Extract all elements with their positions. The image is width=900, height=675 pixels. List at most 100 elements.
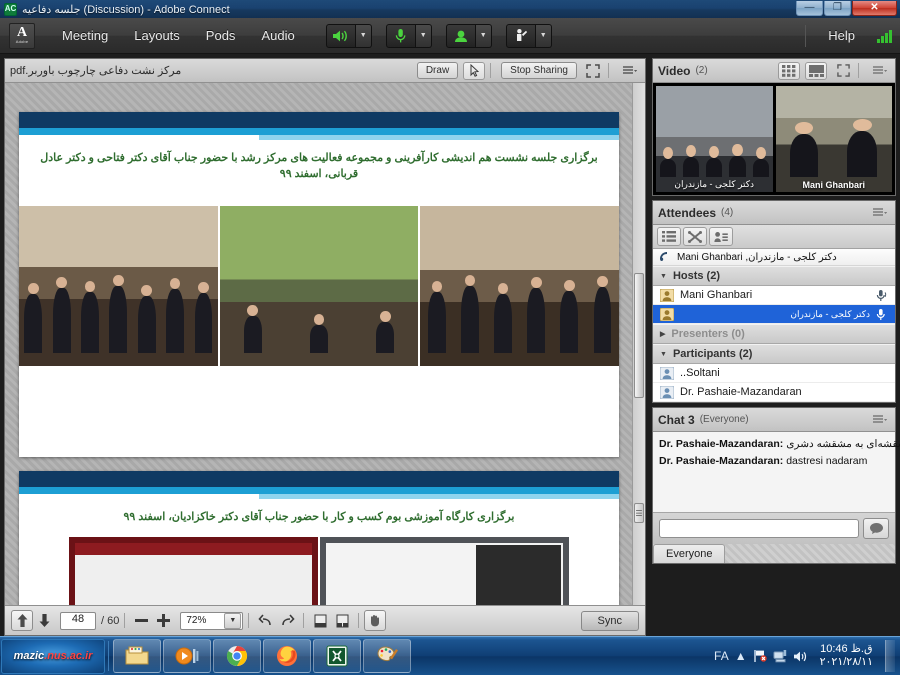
page-down-glyph [39, 614, 49, 627]
menu-pods[interactable]: Pods [193, 24, 249, 47]
zoom-level-select[interactable]: 72% ▼ [180, 611, 244, 630]
network-icon[interactable] [773, 649, 787, 663]
slide-2-photo-row [19, 537, 619, 605]
hand-pan-icon[interactable] [364, 610, 387, 631]
speaker-dropdown[interactable]: ▼ [355, 23, 372, 48]
video-fullscreen-icon[interactable] [833, 62, 853, 80]
taskbar-chrome[interactable] [213, 639, 261, 673]
menu-bar-right-group: Help [805, 24, 892, 47]
breakout-icon [688, 230, 702, 243]
draw-button[interactable]: Draw [416, 62, 459, 79]
menu-meeting[interactable]: Meeting [49, 24, 121, 47]
slide-1-band-blue [19, 128, 619, 135]
minimize-button[interactable]: — [796, 1, 823, 16]
window-title: جلسه دفاعیه (Discussion) - Adobe Connect [22, 3, 230, 16]
fit-width-icon[interactable] [331, 610, 353, 631]
fit-page-glyph [314, 614, 327, 627]
chevron-down-icon[interactable]: ▼ [224, 612, 242, 629]
chat-tab-everyone[interactable]: Everyone [653, 544, 726, 563]
taskbar-file-explorer[interactable] [113, 639, 161, 673]
page-up-icon[interactable] [11, 610, 33, 631]
header-divider-2 [608, 63, 609, 78]
sync-button[interactable]: Sync [580, 610, 639, 631]
fullscreen-glyph [586, 63, 600, 78]
chat-pod-options-icon[interactable] [870, 411, 890, 429]
chevron-up-icon[interactable]: ▲ [735, 649, 747, 663]
chat-pod-header: Chat 3 (Everyone) [653, 408, 895, 432]
menu-help[interactable]: Help [815, 24, 868, 47]
host-avatar-icon [660, 288, 674, 302]
fit-page-icon[interactable] [309, 610, 331, 631]
scrollbar-thumb[interactable] [634, 273, 644, 398]
microphone-toggle[interactable] [385, 23, 416, 48]
maximize-button[interactable]: ❐ [824, 1, 851, 16]
fullscreen-icon[interactable] [583, 62, 603, 80]
breakout-view-button[interactable] [683, 227, 707, 246]
redo-glyph [282, 614, 295, 626]
attendees-list[interactable]: دکتر کلجی - مازندران, Mani Ghanbari ▼ Ho… [653, 249, 895, 402]
share-pod-options-icon[interactable] [620, 62, 640, 80]
video-pod-options-icon[interactable] [870, 62, 890, 80]
attendee-row-mani-ghanbari[interactable]: Mani Ghanbari [653, 286, 895, 305]
close-button[interactable]: ✕ [852, 1, 897, 16]
clock-time: 10:46 ق.ظ [820, 643, 873, 655]
page-down-icon[interactable] [33, 610, 55, 631]
raise-hand-button[interactable] [505, 23, 536, 48]
webcam-toggle[interactable] [445, 23, 476, 48]
attendees-group-hosts[interactable]: ▼ Hosts (2) [653, 266, 895, 286]
speaker-toggle[interactable] [325, 23, 356, 48]
webcam-dropdown[interactable]: ▼ [475, 23, 492, 48]
undo-icon[interactable] [254, 610, 276, 631]
taskbar-firefox[interactable] [263, 639, 311, 673]
attendees-pod-options-icon[interactable] [870, 204, 890, 222]
microphone-dropdown[interactable]: ▼ [415, 23, 432, 48]
action-center-flag-icon[interactable] [753, 649, 767, 663]
chat-message-list[interactable]: Dr. Pashaie-Mazandaran: شقشه‌ای به مشقشه… [653, 432, 900, 512]
shared-document-name: مركز نشت دفاعی چارچوب باوربر.pdf [10, 65, 182, 77]
chat-input[interactable] [659, 519, 859, 538]
chat-bubble-icon[interactable] [863, 518, 889, 539]
menu-layouts[interactable]: Layouts [121, 24, 193, 47]
attendee-name: Dr. Pashaie-Mazandaran [680, 386, 802, 398]
video-tile-2[interactable]: Mani Ghanbari [775, 86, 892, 192]
video-tiles-container: دکتر کلجی - مازندران Mani Ghanbari [653, 83, 895, 195]
document-scrollbar[interactable]: ☰ [632, 83, 645, 605]
video-tile-1[interactable]: دکتر کلجی - مازندران [656, 86, 773, 192]
zoom-out-icon[interactable] [130, 610, 152, 631]
menu-audio[interactable]: Audio [248, 24, 307, 47]
page-total-label: / 60 [101, 614, 120, 627]
page-number-input[interactable]: 48 [60, 611, 96, 630]
redo-icon[interactable] [276, 610, 298, 631]
show-desktop-button[interactable] [885, 640, 895, 672]
chat-message: Dr. Pashaie-Mazandaran: شقشه‌ای به مشقشه… [659, 436, 900, 453]
taskbar-media-player[interactable] [163, 639, 211, 673]
attendee-row-soltani[interactable]: ..Soltani [653, 364, 895, 383]
zoom-in-icon[interactable] [152, 610, 174, 631]
raise-hand-dropdown[interactable]: ▼ [535, 23, 552, 48]
chevron-right-icon: ▶ [660, 331, 666, 338]
attendees-group-participants[interactable]: ▼ Participants (2) [653, 344, 895, 364]
microphone-active-icon [876, 289, 887, 301]
stop-sharing-button[interactable]: Stop Sharing [501, 62, 577, 79]
signal-strength-icon[interactable] [877, 29, 892, 43]
attendee-row-dr-pashaie[interactable]: Dr. Pashaie-Mazandaran [653, 383, 895, 402]
scrollbar-grip[interactable]: ☰ [634, 503, 644, 523]
paint-palette-icon [377, 646, 398, 662]
document-viewport[interactable]: برگزاری جلسه نشست هم اندیشی کارآفرینی و … [5, 83, 645, 605]
volume-icon[interactable] [793, 650, 808, 663]
taskbar-paint[interactable] [363, 639, 411, 673]
status-view-button[interactable] [709, 227, 733, 246]
start-button[interactable]: mazic.nus.ac.ir [1, 638, 105, 674]
windows-taskbar: mazic.nus.ac.ir FA ▲ 10:46 ق.ظ ۲۰۲۱/۲۸/۱… [0, 636, 900, 675]
language-indicator[interactable]: FA [714, 649, 729, 663]
taskbar-clock[interactable]: 10:46 ق.ظ ۲۰۲۱/۲۸/۱۱ [814, 643, 879, 669]
pointer-icon[interactable] [463, 61, 486, 80]
attendees-group-presenters[interactable]: ▶ Presenters (0) [653, 324, 895, 344]
list-view-button[interactable] [657, 227, 681, 246]
filmstrip-view-icon[interactable] [805, 61, 827, 80]
adobe-connect-window: AC جلسه دفاعیه (Discussion) - Adobe Conn… [0, 0, 900, 675]
taskbar-adobe-connect[interactable] [313, 639, 361, 673]
grid-view-icon[interactable] [778, 61, 800, 80]
attendee-row-dr-kalaji[interactable]: دکتر کلجی - مازندران [653, 305, 895, 324]
adobe-logo-icon: A Adobe [9, 22, 35, 49]
